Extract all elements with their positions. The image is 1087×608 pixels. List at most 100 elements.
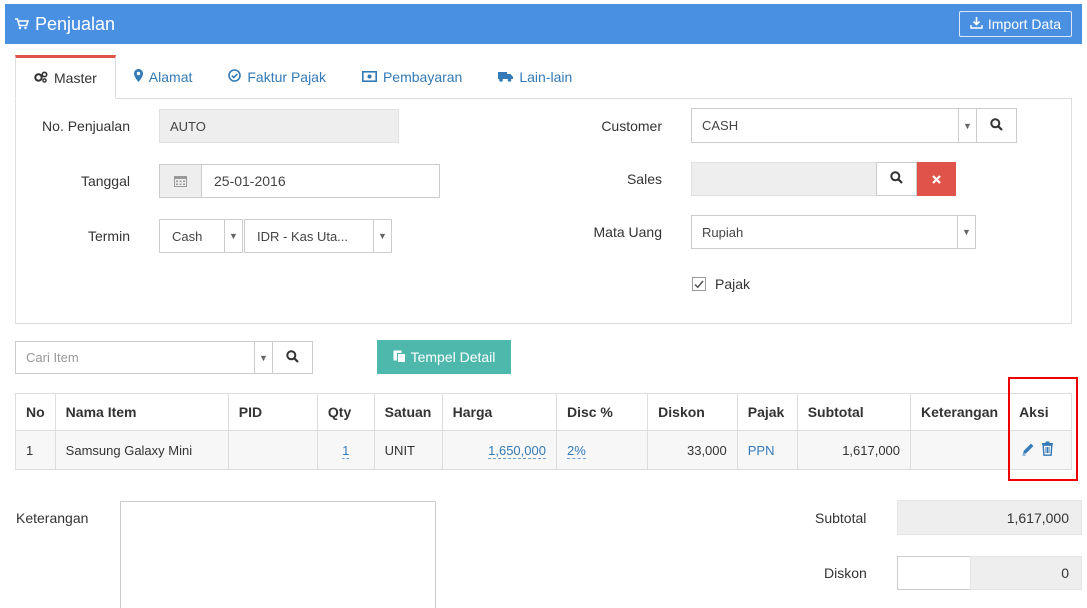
cell-harga[interactable]: 1,650,000 bbox=[441, 430, 557, 470]
calendar-icon[interactable] bbox=[160, 165, 202, 197]
chevron-down-icon: ▼ bbox=[958, 109, 976, 142]
qty-editable[interactable]: 1 bbox=[342, 442, 350, 459]
cell-subtotal: 1,617,000 bbox=[796, 430, 912, 470]
sales-field[interactable] bbox=[691, 162, 877, 196]
cell-diskon: 33,000 bbox=[647, 430, 738, 470]
cari-item-search-button[interactable] bbox=[272, 341, 313, 374]
tempel-detail-label: Tempel Detail bbox=[410, 349, 496, 365]
tab-alamat-label: Alamat bbox=[148, 69, 193, 85]
termin-select[interactable]: Cash ▼ bbox=[159, 219, 243, 253]
col-header-satuan: Satuan bbox=[373, 393, 443, 431]
cart-icon bbox=[15, 14, 30, 35]
sales-search-button[interactable] bbox=[876, 162, 917, 196]
tab-master[interactable]: Master bbox=[15, 55, 116, 99]
table-row: 1 Samsung Galaxy Mini 1 UNIT 1,650,000 2… bbox=[15, 430, 1072, 470]
customer-select[interactable]: CASH ▼ bbox=[691, 108, 977, 143]
pajak-editable[interactable]: PPN bbox=[748, 443, 775, 458]
import-data-label: Import Data bbox=[987, 16, 1061, 32]
cari-item-placeholder: Cari Item bbox=[26, 350, 79, 365]
customer-label: Customer bbox=[601, 118, 662, 134]
page-title-text: Penjualan bbox=[35, 13, 116, 34]
tab-pembayaran[interactable]: Pembayaran bbox=[344, 55, 480, 99]
customer-search-button[interactable] bbox=[976, 108, 1017, 143]
col-header-nama-item: Nama Item bbox=[54, 393, 229, 431]
col-header-no: No bbox=[15, 393, 56, 431]
col-header-qty: Qty bbox=[316, 393, 375, 431]
kas-value: IDR - Kas Uta... bbox=[257, 228, 349, 244]
cell-qty[interactable]: 1 bbox=[316, 430, 375, 470]
tab-pembayaran-label: Pembayaran bbox=[382, 69, 463, 85]
no-penjualan-field: AUTO bbox=[159, 109, 399, 143]
page-title: Penjualan bbox=[15, 14, 115, 35]
chevron-down-icon: ▼ bbox=[957, 216, 975, 248]
tab-lain-lain-label: Lain-lain bbox=[519, 69, 573, 85]
keterangan-textarea[interactable] bbox=[120, 501, 436, 608]
col-header-keterangan: Keterangan bbox=[910, 393, 1010, 431]
search-icon bbox=[890, 171, 903, 187]
no-penjualan-label: No. Penjualan bbox=[42, 118, 130, 134]
col-header-disc: Disc % bbox=[555, 393, 649, 431]
tab-lain-lain[interactable]: Lain-lain bbox=[480, 55, 590, 99]
tab-bar: Master Alamat Faktur Pajak Pembayaran La… bbox=[15, 55, 590, 99]
cell-nama-item: Samsung Galaxy Mini bbox=[54, 430, 229, 470]
cell-pajak[interactable]: PPN bbox=[736, 430, 798, 470]
customer-value: CASH bbox=[702, 118, 739, 133]
cell-pid bbox=[227, 430, 318, 470]
download-icon bbox=[970, 16, 983, 32]
chevron-down-icon: ▼ bbox=[373, 220, 391, 252]
pajak-checkbox[interactable] bbox=[692, 277, 706, 291]
diskon-label: Diskon bbox=[824, 565, 867, 581]
cari-item-select[interactable]: Cari Item ▼ bbox=[15, 341, 273, 374]
tab-faktur-pajak-label: Faktur Pajak bbox=[247, 69, 326, 85]
pajak-label: Pajak bbox=[715, 276, 751, 292]
diskon-value: 0 bbox=[1061, 565, 1069, 581]
col-header-pajak: Pajak bbox=[736, 393, 798, 431]
search-icon bbox=[286, 349, 299, 366]
search-icon bbox=[990, 117, 1003, 134]
kas-select[interactable]: IDR - Kas Uta... ▼ bbox=[244, 219, 392, 253]
col-header-pid: PID bbox=[227, 393, 318, 431]
tempel-detail-button[interactable]: Tempel Detail bbox=[377, 340, 511, 374]
tanggal-value: 25-01-2016 bbox=[214, 173, 286, 189]
cell-disc[interactable]: 2% bbox=[555, 430, 649, 470]
cell-no: 1 bbox=[15, 430, 56, 470]
subtotal-value: 1,617,000 bbox=[1006, 509, 1069, 526]
termin-value: Cash bbox=[172, 228, 203, 244]
termin-label: Termin bbox=[87, 228, 130, 244]
subtotal-field: 1,617,000 bbox=[897, 500, 1082, 535]
chevron-down-icon: ▼ bbox=[224, 220, 242, 252]
keterangan-label: Keterangan bbox=[16, 510, 89, 526]
items-table: No Nama Item PID Qty Satuan Harga Disc %… bbox=[15, 393, 1072, 470]
subtotal-label: Subtotal bbox=[815, 510, 867, 526]
col-header-subtotal: Subtotal bbox=[796, 393, 912, 431]
mata-uang-select[interactable]: Rupiah ▼ bbox=[691, 215, 976, 249]
table-header-row: No Nama Item PID Qty Satuan Harga Disc %… bbox=[15, 393, 1072, 431]
chevron-down-icon: ▼ bbox=[254, 342, 272, 373]
tanggal-field[interactable]: 25-01-2016 bbox=[159, 164, 440, 198]
tanggal-label: Tanggal bbox=[80, 173, 130, 189]
sales-label: Sales bbox=[626, 171, 662, 187]
disc-editable[interactable]: 2% bbox=[566, 442, 586, 459]
tab-alamat[interactable]: Alamat bbox=[116, 55, 211, 99]
import-data-button[interactable]: Import Data bbox=[958, 11, 1072, 37]
mata-uang-value: Rupiah bbox=[702, 224, 744, 240]
mata-uang-label: Mata Uang bbox=[593, 224, 662, 240]
page-header: Penjualan Import Data bbox=[5, 4, 1082, 44]
cogs-icon bbox=[34, 70, 48, 86]
diskon-field: 0 bbox=[970, 556, 1082, 590]
col-header-harga: Harga bbox=[441, 393, 557, 431]
harga-editable[interactable]: 1,650,000 bbox=[488, 442, 546, 459]
map-marker-icon bbox=[133, 69, 143, 85]
sales-clear-button[interactable] bbox=[917, 162, 956, 196]
tab-master-label: Master bbox=[54, 70, 97, 86]
paste-icon bbox=[393, 349, 406, 366]
col-header-diskon: Diskon bbox=[647, 393, 738, 431]
truck-icon bbox=[498, 69, 514, 85]
cell-keterangan bbox=[910, 430, 1010, 470]
money-icon bbox=[361, 69, 377, 85]
cell-satuan: UNIT bbox=[373, 430, 443, 470]
tab-faktur-pajak[interactable]: Faktur Pajak bbox=[210, 55, 344, 99]
no-penjualan-value: AUTO bbox=[170, 118, 206, 134]
aksi-highlight-box bbox=[1008, 377, 1078, 481]
diskon-percent-input[interactable] bbox=[897, 556, 971, 590]
